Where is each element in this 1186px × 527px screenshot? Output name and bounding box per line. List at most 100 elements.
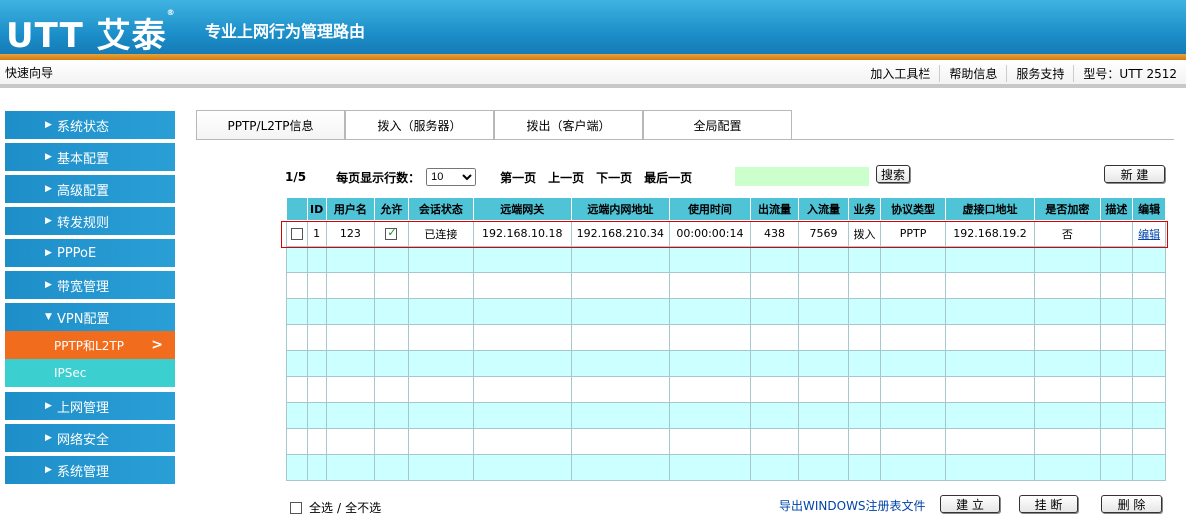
empty-cell [473, 246, 572, 273]
help-link[interactable]: 帮助信息 [939, 65, 1006, 82]
top-links: 加入工具栏 帮助信息 服务支持 型号：UTT 2512 [861, 65, 1186, 82]
export-registry-link[interactable]: 导出WINDOWS注册表文件 [779, 497, 926, 514]
empty-cell [944, 272, 1036, 299]
col-out-traffic: 出流量 [749, 197, 800, 221]
empty-cell [1132, 428, 1166, 455]
empty-cell [798, 350, 849, 377]
empty-cell [1099, 350, 1134, 377]
sidebar-subitem-pptp-l2tp[interactable]: PPTP和L2TP > [5, 331, 175, 359]
empty-cell [798, 376, 849, 403]
empty-cell [325, 324, 376, 351]
cell-out: 438 [749, 220, 800, 247]
pager: 1/5 每页显示行数： 10 第一页 上一页 下一页 最后一页 [285, 168, 704, 186]
search-input[interactable] [735, 167, 869, 186]
rows-per-page-select[interactable]: 10 [426, 168, 477, 186]
tab-dial-out-client[interactable]: 拨出（客户端） [494, 110, 643, 139]
empty-cell [325, 454, 376, 481]
sidebar-item-internet-mgmt[interactable]: ▶ 上网管理 [5, 392, 175, 420]
empty-cell [1034, 402, 1101, 429]
empty-cell [880, 324, 946, 351]
empty-cell [880, 298, 946, 325]
search-button[interactable]: 搜索 [876, 165, 910, 183]
empty-cell [944, 454, 1036, 481]
sidebar-item-forward-rules[interactable]: ▶ 转发规则 [5, 207, 175, 235]
empty-cell [473, 298, 572, 325]
sidebar-item-pppoe[interactable]: ▶ PPPoE [5, 239, 175, 267]
row-select-checkbox[interactable] [290, 228, 303, 240]
empty-cell [306, 454, 327, 481]
empty-cell [286, 246, 308, 273]
first-page-link[interactable]: 第一页 [500, 169, 536, 186]
prev-page-link[interactable]: 上一页 [548, 169, 584, 186]
col-encrypted: 是否加密 [1034, 197, 1101, 221]
empty-cell [407, 324, 475, 351]
empty-cell [749, 298, 800, 325]
allow-checkbox[interactable] [385, 226, 398, 240]
tab-pptp-l2tp-info[interactable]: PPTP/L2TP信息 [196, 110, 345, 139]
sidebar-item-advanced-config[interactable]: ▶ 高级配置 [5, 175, 175, 203]
select-all-checkbox[interactable] [290, 501, 302, 514]
cell-status: 已连接 [407, 220, 475, 247]
cell-protocol: PPTP [880, 220, 946, 247]
sidebar-item-basic-config[interactable]: ▶ 基本配置 [5, 143, 175, 171]
col-description: 描述 [1099, 197, 1134, 221]
caret-right-icon: ▶ [45, 152, 52, 162]
sidebar-item-bandwidth[interactable]: ▶ 带宽管理 [5, 271, 175, 299]
page-indicator: 1/5 [285, 170, 307, 184]
edit-link[interactable]: 编辑 [1138, 228, 1160, 241]
sidebar-item-system-mgmt[interactable]: ▶ 系统管理 [5, 456, 175, 484]
empty-cell [749, 402, 800, 429]
caret-right-icon: ▶ [45, 120, 52, 130]
empty-cell [669, 402, 751, 429]
tab-global-config[interactable]: 全局配置 [643, 110, 792, 139]
delete-button[interactable]: 删 除 [1101, 495, 1162, 513]
select-all-label[interactable]: 全选 [309, 499, 333, 516]
empty-cell [798, 428, 849, 455]
support-link[interactable]: 服务支持 [1006, 65, 1073, 82]
last-page-link[interactable]: 最后一页 [644, 169, 692, 186]
sidebar-item-system-status[interactable]: ▶ 系统状态 [5, 111, 175, 139]
col-remote-lan: 远端内网地址 [570, 197, 671, 221]
empty-cell [798, 402, 849, 429]
empty-cell [749, 350, 800, 377]
connect-button[interactable]: 建 立 [940, 495, 1000, 513]
col-in-traffic: 入流量 [798, 197, 849, 221]
table-row-empty [286, 376, 1166, 403]
rows-per-page-label: 每页显示行数： [336, 170, 421, 185]
empty-cell [306, 272, 327, 299]
empty-cell [749, 428, 800, 455]
table-row-empty [286, 454, 1166, 481]
empty-cell [880, 428, 946, 455]
empty-cell [1099, 428, 1134, 455]
sidebar-item-vpn[interactable]: ▼ VPN配置 [5, 303, 175, 331]
empty-cell [286, 376, 308, 403]
empty-cell [1132, 376, 1166, 403]
empty-cell [1034, 272, 1101, 299]
new-button[interactable]: 新 建 [1104, 165, 1165, 183]
deselect-all-label[interactable]: 全不选 [345, 499, 381, 516]
add-toolbar-link[interactable]: 加入工具栏 [861, 65, 939, 82]
empty-cell [1099, 272, 1134, 299]
empty-cell [798, 246, 849, 273]
empty-cell [325, 272, 376, 299]
empty-cell [1034, 428, 1101, 455]
model-label: 型号：UTT 2512 [1073, 65, 1186, 82]
empty-cell [570, 298, 671, 325]
tab-dial-in-server[interactable]: 拨入（服务器） [345, 110, 494, 139]
empty-cell [847, 376, 882, 403]
empty-cell [306, 402, 327, 429]
sidebar-item-network-security[interactable]: ▶ 网络安全 [5, 424, 175, 452]
table-row: 1 123 已连接 192.168.10.18 192.168.210.34 0… [286, 220, 1166, 247]
empty-cell [325, 246, 376, 273]
empty-cell [306, 350, 327, 377]
header: UTT 艾泰® 专业上网行为管理路由 [0, 0, 1186, 60]
quick-guide-link[interactable]: 快速向导 [5, 64, 53, 81]
hangup-button[interactable]: 挂 断 [1019, 495, 1078, 513]
next-page-link[interactable]: 下一页 [596, 169, 632, 186]
empty-cell [669, 324, 751, 351]
empty-cell [944, 428, 1036, 455]
empty-cell [880, 350, 946, 377]
caret-right-icon: ▶ [45, 433, 52, 443]
empty-cell [570, 402, 671, 429]
sidebar-subitem-ipsec[interactable]: IPSec [5, 359, 175, 387]
